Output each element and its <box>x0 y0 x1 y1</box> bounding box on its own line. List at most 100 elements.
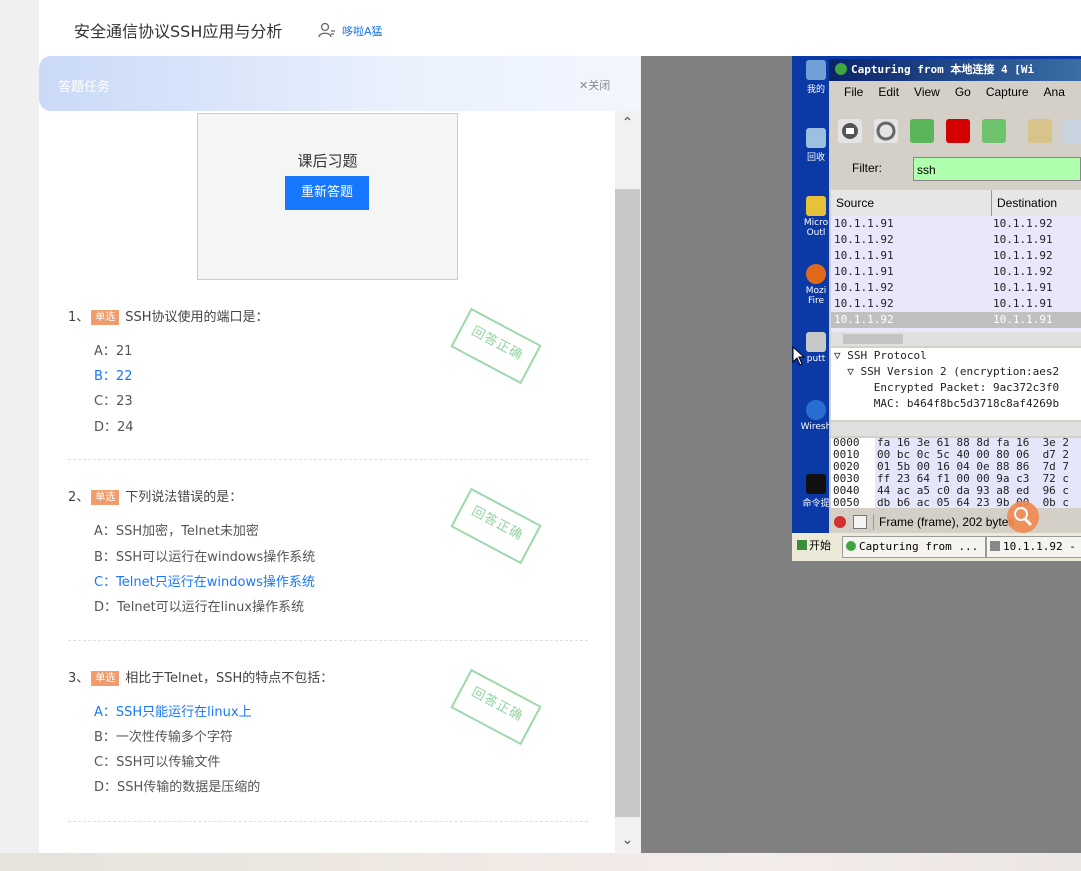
open-file-icon[interactable] <box>1028 119 1052 143</box>
scroll-up-icon[interactable]: ⌃ <box>615 111 640 136</box>
status-text: Frame (frame), 202 bytes <box>879 515 1015 529</box>
filter-label: Filter: <box>852 161 882 175</box>
correct-stamp: 回答正确 <box>450 307 542 385</box>
menu-edit[interactable]: Edit <box>878 85 899 99</box>
hex-line: db b6 ac 05 64 23 9b 00 0b c <box>877 496 1070 509</box>
card-title: 课后习题 <box>297 152 358 170</box>
packet-source: 10.1.1.91 <box>834 265 894 278</box>
toolbar <box>829 113 1081 149</box>
user-name-link[interactable]: 哆啦A猛 <box>342 23 383 39</box>
packet-row[interactable]: 10.1.1.91 10.1.1.92 <box>831 264 1081 280</box>
scroll-down-icon[interactable]: ⌄ <box>615 828 640 853</box>
quiz-panel: 答题任务 ✕关闭 课后习题 重新答题 1、 单选 SSH协议使用的端口是： A：21… <box>39 56 640 853</box>
filter-bar: Filter: ssh <box>829 155 1081 189</box>
question-3: 3、 单选 相比于Telnet，SSH的特点不包括： <box>68 667 333 686</box>
user-icon[interactable] <box>318 21 336 39</box>
save-file-icon[interactable] <box>1062 119 1081 143</box>
single-choice-badge: 单选 <box>91 671 120 686</box>
redo-answer-button[interactable]: 重新答题 <box>285 176 369 210</box>
panel-scrollbar[interactable]: ⌃ ⌄ <box>615 111 640 853</box>
packet-destination: 10.1.1.91 <box>993 233 1053 246</box>
status-divider <box>873 514 874 530</box>
option-b[interactable]: B：22 <box>94 365 132 384</box>
question-text: SSH协议使用的端口是： <box>125 310 269 325</box>
interfaces-icon[interactable] <box>838 119 862 143</box>
filter-input[interactable]: ssh <box>913 157 1081 181</box>
question-1: 1、 单选 SSH协议使用的端口是： <box>68 306 269 325</box>
packet-source: 10.1.1.92 <box>834 313 894 326</box>
taskbar-item-putty[interactable]: 10.1.1.92 - <box>986 536 1081 558</box>
menu-analyze[interactable]: Ana <box>1044 85 1065 99</box>
option-c[interactable]: C：SSH可以传输文件 <box>94 751 220 770</box>
packet-row[interactable]: 10.1.1.92 10.1.1.91 <box>831 296 1081 312</box>
question-text: 相比于Telnet，SSH的特点不包括： <box>125 671 334 686</box>
packet-row[interactable]: 10.1.1.92 10.1.1.91 <box>831 312 1081 328</box>
question-number: 1、 <box>68 310 90 325</box>
detail-line[interactable]: ▽ SSH Version 2 (encryption:aes2 <box>834 364 1059 380</box>
panel-header: 答题任务 ✕关闭 <box>39 56 640 111</box>
status-bar: Frame (frame), 202 bytes <box>829 501 1081 533</box>
divider <box>68 640 588 641</box>
taskbar-item-wireshark[interactable]: Capturing from ... <box>842 536 986 558</box>
detail-line[interactable]: Encrypted Packet: 9ac372c3f0 <box>834 380 1059 396</box>
packet-source: 10.1.1.92 <box>834 297 894 310</box>
packet-row[interactable]: 10.1.1.92 10.1.1.91 <box>831 232 1081 248</box>
option-a[interactable]: A：SSH只能运行在linux上 <box>94 701 252 720</box>
option-d[interactable]: D：24 <box>94 416 134 435</box>
packet-list[interactable]: 10.1.1.91 10.1.1.92 10.1.1.92 10.1.1.91 10.1… <box>831 216 1081 332</box>
restart-capture-icon[interactable] <box>982 119 1006 143</box>
packet-destination: 10.1.1.91 <box>993 297 1053 310</box>
menu-file[interactable]: File <box>844 85 863 99</box>
packet-destination: 10.1.1.91 <box>993 281 1053 294</box>
options-gear-icon[interactable] <box>874 119 898 143</box>
remote-desktop[interactable]: 我的 回收 Micro Outl Mozi Fire putt Wiresh 命… <box>792 56 1081 561</box>
menu-go[interactable]: Go <box>955 85 971 99</box>
packet-row[interactable]: 10.1.1.91 10.1.1.92 <box>831 216 1081 232</box>
packet-destination: 10.1.1.91 <box>993 313 1053 326</box>
packet-row[interactable]: 10.1.1.92 10.1.1.91 <box>831 280 1081 296</box>
search-icon[interactable] <box>1007 501 1039 533</box>
detail-line[interactable]: ▽ SSH Protocol <box>834 348 927 364</box>
option-a[interactable]: A：21 <box>94 340 132 359</box>
divider <box>68 459 588 460</box>
menu-capture[interactable]: Capture <box>986 85 1029 99</box>
packet-source: 10.1.1.91 <box>834 249 894 262</box>
option-c[interactable]: C：23 <box>94 390 133 409</box>
close-button[interactable]: ✕关闭 <box>579 77 610 93</box>
packet-row[interactable]: 10.1.1.91 10.1.1.92 <box>831 248 1081 264</box>
packet-details-scrollbar[interactable] <box>831 422 1081 436</box>
single-choice-badge: 单选 <box>91 310 120 325</box>
packet-details[interactable]: ▽ SSH Protocol ▽ SSH Version 2 (encrypti… <box>831 348 1081 420</box>
option-a[interactable]: A：SSH加密，Telnet未加密 <box>94 520 259 539</box>
option-b[interactable]: B：SSH可以运行在windows操作系统 <box>94 546 315 565</box>
option-c[interactable]: C：Telnet只运行在windows操作系统 <box>94 571 315 590</box>
packet-list-scrollbar[interactable] <box>831 332 1081 346</box>
question-2: 2、 单选 下列说法错误的是： <box>68 486 242 505</box>
option-d[interactable]: D：Telnet可以运行在linux操作系统 <box>94 596 304 615</box>
expert-info-icon[interactable] <box>834 516 846 528</box>
hex-offsets: 0000 0010 0020 0030 0040 0050 <box>831 438 875 508</box>
packet-destination: 10.1.1.92 <box>993 265 1053 278</box>
start-capture-icon[interactable] <box>910 119 934 143</box>
column-source[interactable]: Source <box>836 196 874 210</box>
option-d[interactable]: D：SSH传输的数据是压缩的 <box>94 776 260 795</box>
edit-comment-icon[interactable] <box>853 515 867 529</box>
packet-bytes[interactable]: 0000 0010 0020 0030 0040 0050 fa 16 3e 61 88 … <box>831 438 1081 508</box>
hex-bytes: fa 16 3e 61 88 8d fa 16 3e 2 00 bc 0c 5c … <box>875 438 1081 508</box>
option-b[interactable]: B：一次性传输多个字符 <box>94 726 233 745</box>
start-button[interactable]: 开始 <box>794 536 834 556</box>
column-destination[interactable]: Destination <box>997 196 1057 210</box>
scroll-thumb[interactable] <box>615 189 640 817</box>
taskbar: 开始 Capturing from ... 10.1.1.92 - <box>792 533 1081 561</box>
packet-source: 10.1.1.91 <box>834 217 894 230</box>
correct-stamp: 回答正确 <box>450 487 542 565</box>
stop-capture-icon[interactable] <box>946 119 970 143</box>
menu-view[interactable]: View <box>914 85 940 99</box>
scroll-thumb[interactable] <box>843 334 903 344</box>
detail-line[interactable]: MAC: b464f8bc5d3718c8af4269b <box>834 396 1059 412</box>
window-title: Capturing from 本地连接 4 [Wi <box>829 59 1081 81</box>
bottom-strip <box>0 853 1081 871</box>
wireshark-window[interactable]: Capturing from 本地连接 4 [Wi File Edit View Go… <box>829 59 1081 533</box>
menu-bar: File Edit View Go Capture Ana <box>829 85 1081 107</box>
packet-list-header: Source Destination <box>831 190 1081 216</box>
